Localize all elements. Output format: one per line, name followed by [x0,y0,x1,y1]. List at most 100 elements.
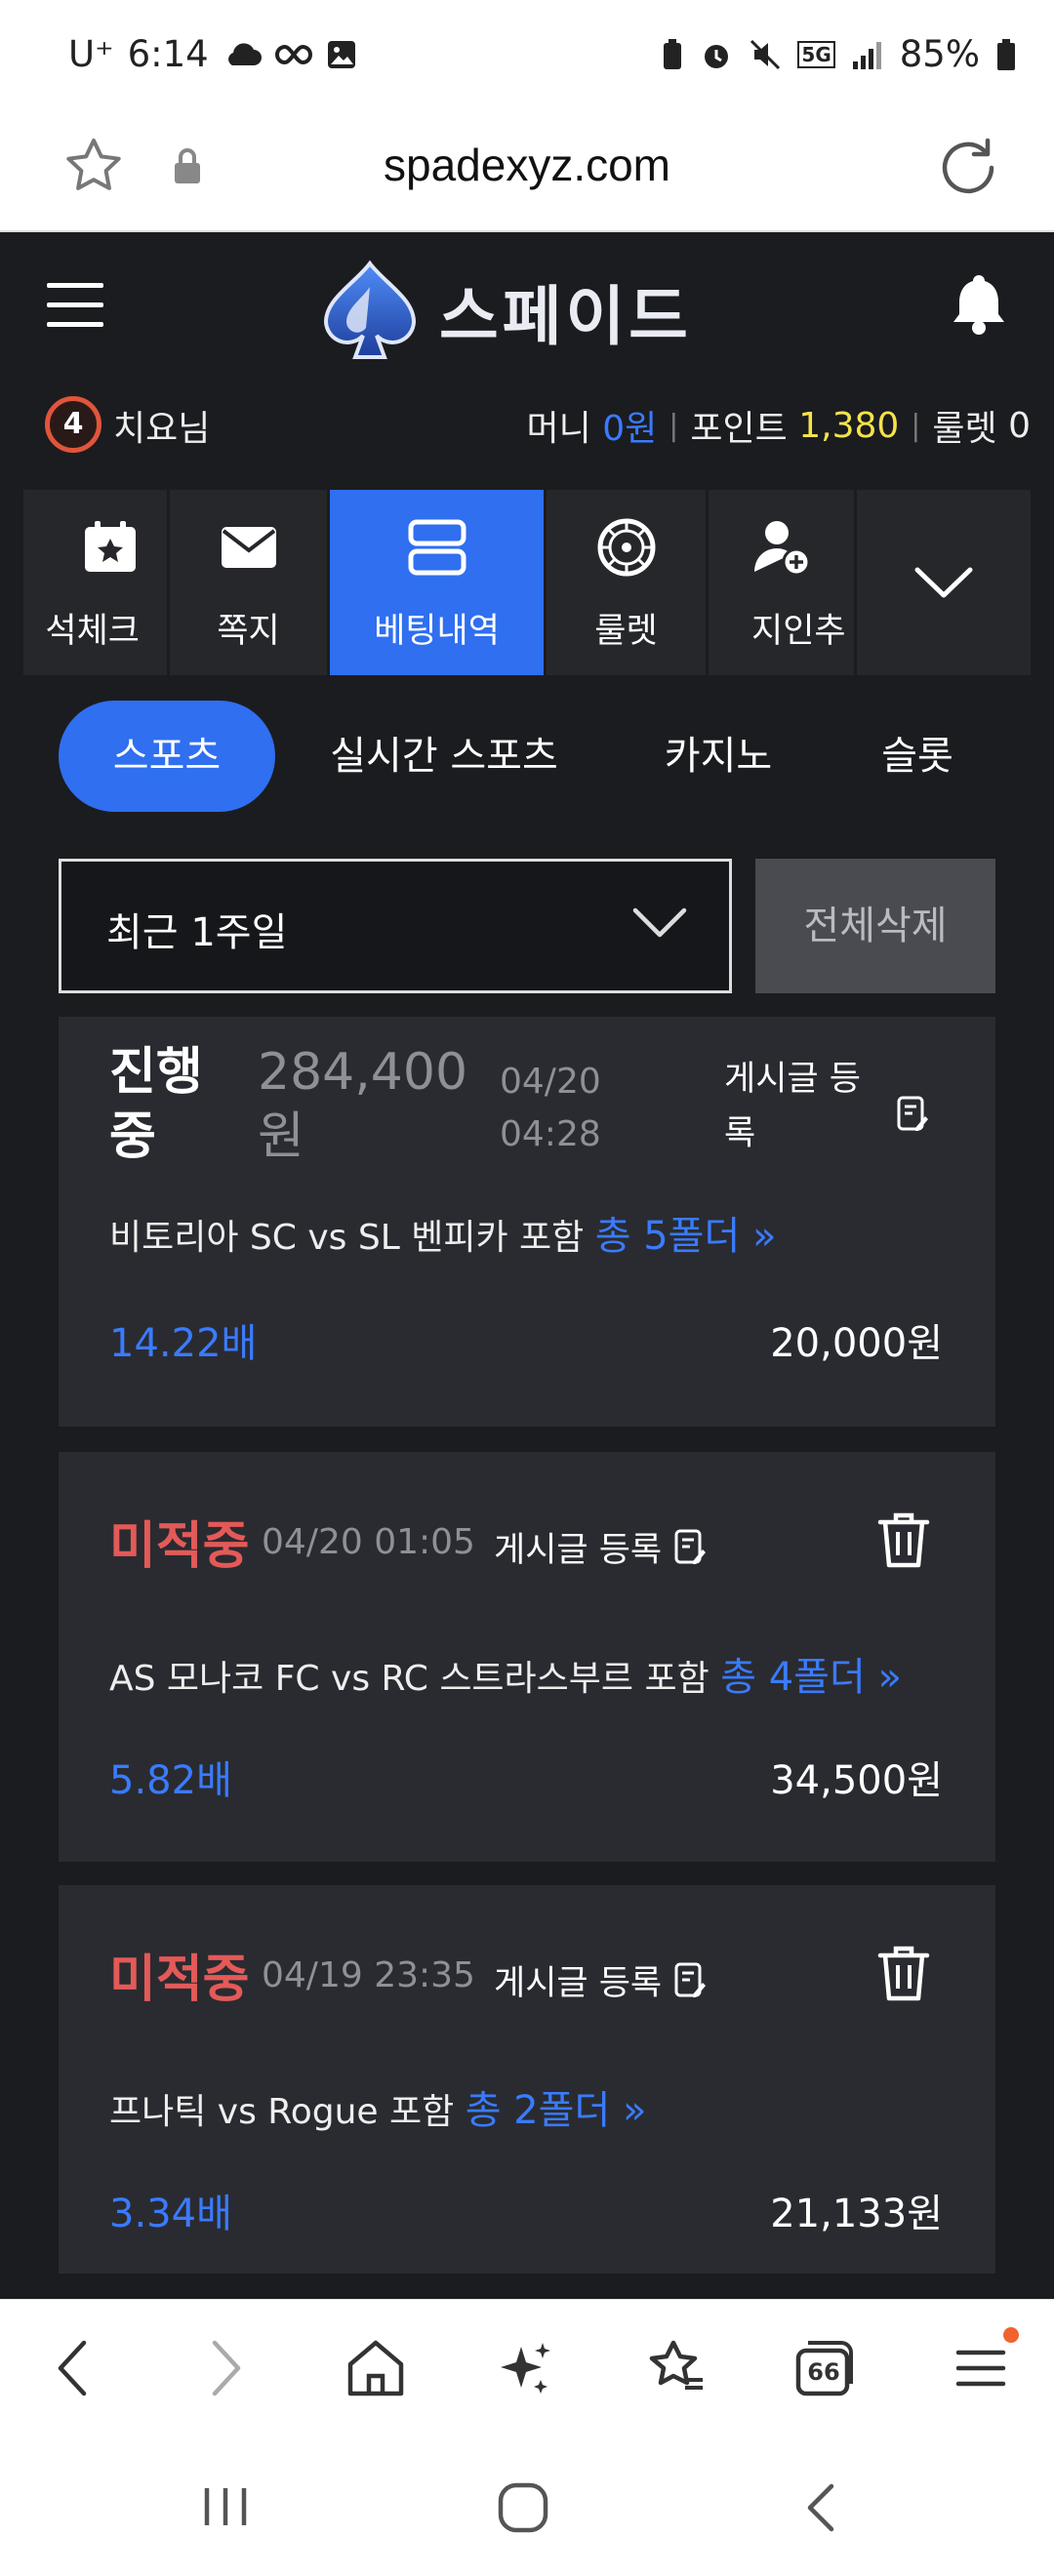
quick-menu-label: 베팅내역 [374,611,500,651]
username[interactable]: 치요님 [113,400,210,451]
tab-sports[interactable]: 스포츠 [59,701,275,812]
tab-casino[interactable]: 카지노 [634,701,802,812]
battery-percent: 85% [899,33,980,75]
home-icon[interactable] [345,2337,406,2399]
bet-stake: 20,000원 [770,1321,943,1366]
chevron-down-icon [914,567,973,598]
notification-dot [1003,2327,1019,2343]
potential-win: 284,400 원 [258,1040,468,1169]
chevron-down-icon [632,907,687,938]
tabs-button[interactable]: 66 [794,2337,855,2399]
quick-menu-label: 룰렛 [594,611,658,651]
forward-icon[interactable] [205,2337,248,2399]
back-icon[interactable] [51,2337,94,2399]
bet-status: 진행 중 [109,1040,217,1169]
quick-menu: 석체크 쪽지 베팅내역 룰렛 지인추 [23,490,1031,675]
post-register-label: 게시글 등 [724,1060,861,1099]
post-register-label: 게시글 등록 [494,1531,663,1570]
post-register-button[interactable]: 게시글 등 록 [724,1052,900,1161]
roulette-value: 0 [1008,405,1031,446]
match-summary: 비토리아 SC vs SL 벤피카 포함 총 5폴더 » [109,1204,776,1261]
home-button-icon[interactable] [496,2480,550,2535]
double-chevron-right-icon[interactable]: » [866,1655,901,1700]
bet-card[interactable]: 진행 중 284,400 원 04/20 04:28 게시글 등 록 비토리아 … [59,1017,995,1427]
image-icon [327,40,355,68]
user-info-bar: 4 치요님 머니 0원 | 포인트 1,380 | 룰렛 0 [0,379,1054,486]
double-chevron-right-icon[interactable]: » [610,2088,646,2133]
quick-menu-attendance[interactable]: 석체크 [23,490,170,675]
recent-apps-icon[interactable] [201,2484,250,2529]
edit-note-icon[interactable] [673,1528,707,1567]
bet-status-line: 중 [109,1107,156,1166]
delete-all-button[interactable]: 전체삭제 [755,859,995,993]
site-logo[interactable]: 스페이드 [316,258,692,365]
bookmarks-icon[interactable] [646,2337,707,2399]
divider: | [911,408,921,443]
infinity-icon [274,44,312,64]
point-value: 1,380 [798,405,900,446]
folder-count-link[interactable]: 총 4폴더 [720,1655,866,1700]
url-text[interactable]: spadexyz.com [0,139,1054,191]
period-select[interactable]: 최근 1주일 [59,859,732,993]
potential-win-unit: 원 [258,1107,304,1166]
tab-slot[interactable]: 슬롯 [849,701,986,812]
trash-icon[interactable] [876,1510,931,1569]
match-summary: AS 모나코 FC vs RC 스트라스부르 포함 총 4폴더 » [109,1645,902,1702]
edit-note-icon[interactable] [896,1095,929,1134]
period-select-value: 최근 1주일 [106,910,288,955]
network-type: 5G [797,40,835,68]
edit-note-icon[interactable] [673,1961,707,2000]
carrier-label: U⁺ [68,33,114,75]
cloud-icon [227,42,262,65]
clock: 6:14 [127,33,209,75]
status-bar: U⁺ 6:14 5G 85% [0,0,1054,109]
post-register-button[interactable]: 게시글 등록 [494,1955,662,2005]
match-name: 비토리아 SC vs SL 벤피카 포함 [109,1218,585,1258]
bet-card[interactable]: 미적중 04/19 23:35 게시글 등록 프나틱 vs Rogue 포함 총… [59,1885,995,2274]
browser-url-bar: spadexyz.com [0,109,1054,232]
quick-menu-bet-history[interactable]: 베팅내역 [330,490,547,675]
quick-menu-label: 석체크 [45,611,140,651]
category-tabs: 스포츠 실시간 스포츠 카지노 슬롯 [0,701,1054,814]
money-label: 머니 [526,409,591,449]
folder-count-link[interactable]: 총 2폴더 [466,2088,611,2133]
back-nav-icon[interactable] [800,2480,839,2535]
quick-menu-messages[interactable]: 쪽지 [170,490,330,675]
signal-icon [852,41,881,69]
bet-date: 04/20 [500,1062,601,1102]
calendar-star-icon [85,520,136,572]
bet-odds: 5.82배 [109,1758,232,1803]
bet-odds: 14.22배 [109,1321,258,1366]
bet-datetime: 04/20 01:05 [262,1522,475,1562]
post-register-label: 록 [724,1114,756,1153]
bet-card[interactable]: 미적중 04/20 01:05 게시글 등록 AS 모나코 FC vs RC 스… [59,1452,995,1862]
spade-logo-icon [323,260,417,359]
level-badge: 4 [45,396,101,453]
trash-icon[interactable] [876,1944,931,2002]
double-chevron-right-icon[interactable]: » [740,1214,776,1259]
bet-status: 미적중 [109,1517,250,1576]
system-nav-bar [0,2441,1054,2576]
match-name: 프나틱 vs Rogue 포함 [109,2092,455,2132]
sparkle-icon[interactable] [496,2337,554,2399]
post-register-button[interactable]: 게시글 등록 [494,1522,662,1572]
potential-win-amount: 284,400 [258,1043,468,1102]
money-value: 0원 [602,409,658,449]
site-header: 스페이드 [0,232,1054,379]
reload-icon[interactable] [937,135,999,197]
tab-count: 66 [807,2358,840,2386]
folder-count-link[interactable]: 총 5폴더 [595,1214,741,1259]
bet-datetime: 04/19 23:35 [262,1955,475,1995]
notification-bell-icon[interactable] [951,271,1007,336]
add-friend-icon [754,520,811,576]
quick-menu-expand[interactable] [857,490,1031,675]
match-name: AS 모나코 FC vs RC 스트라스부르 포함 [109,1659,709,1699]
tab-live-sports[interactable]: 실시간 스포츠 [303,701,586,812]
bet-status-line: 진행 [109,1043,203,1102]
quick-menu-referral[interactable]: 지인추 [709,490,857,675]
post-register-label: 게시글 등록 [494,1964,663,2003]
browser-toolbar: 66 [0,2299,1054,2441]
menu-icon[interactable] [47,283,103,327]
quick-menu-roulette[interactable]: 룰렛 [547,490,709,675]
browser-menu-button[interactable] [951,2327,1019,2399]
